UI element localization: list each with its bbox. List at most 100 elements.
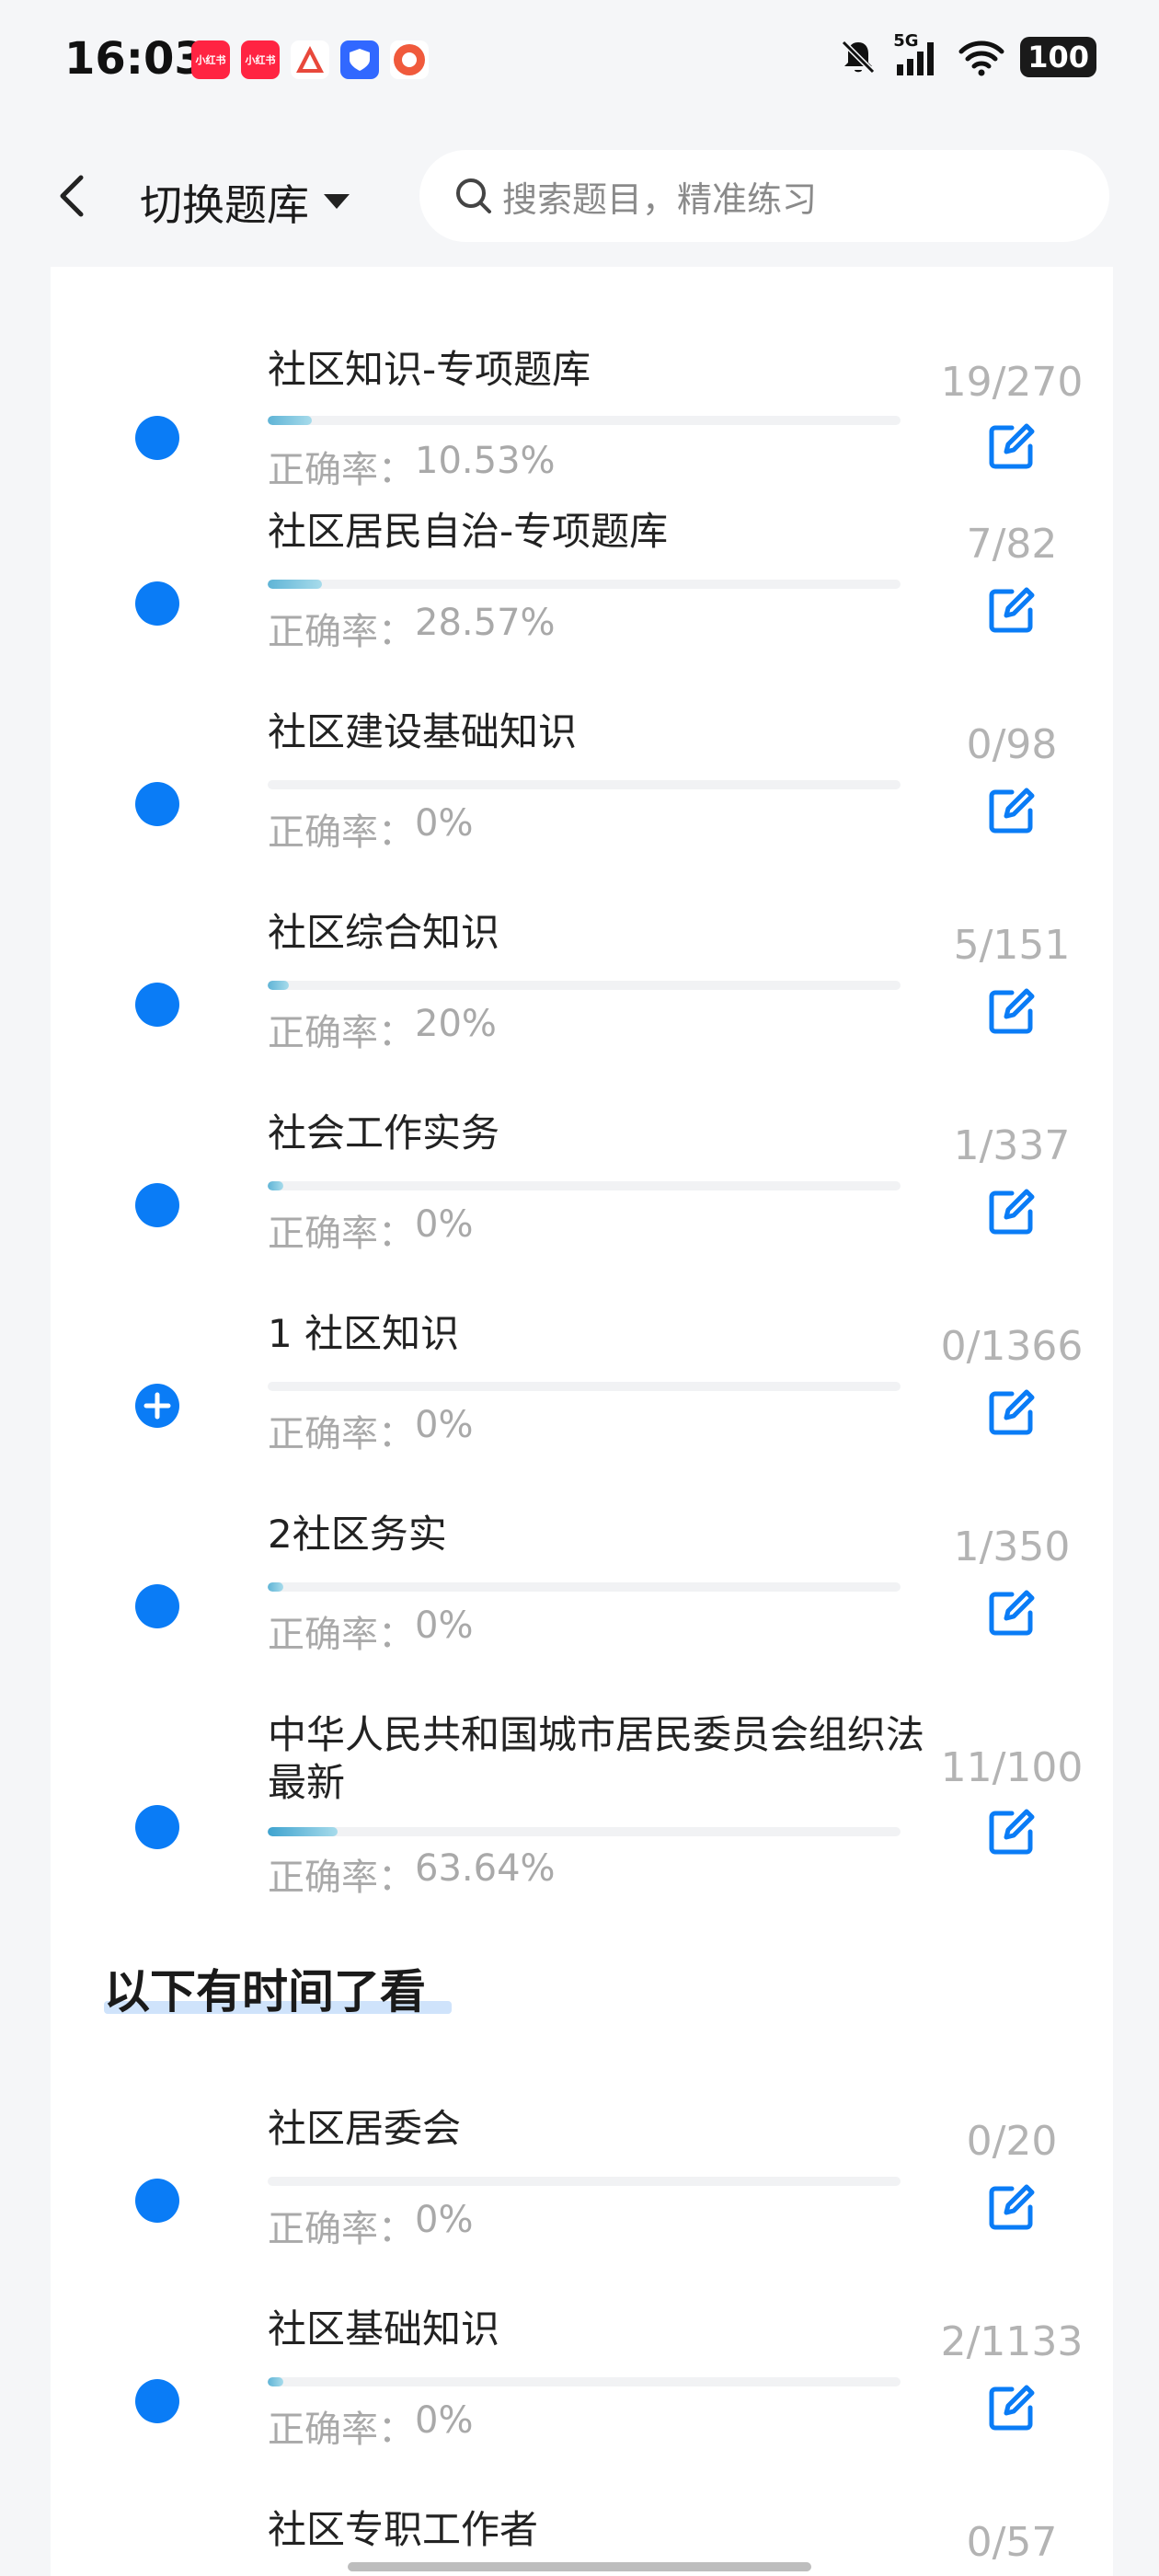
progress-count: 1/337 <box>953 1122 1071 1169</box>
status-dot-icon <box>135 2379 179 2423</box>
status-dot-icon <box>135 1584 179 1628</box>
mute-bell-icon <box>842 40 876 75</box>
caret-down-icon <box>324 194 350 209</box>
edit-button[interactable] <box>980 578 1044 642</box>
edit-icon <box>989 788 1035 834</box>
accuracy-text: 正确率： 0% <box>268 2199 474 2250</box>
edit-icon <box>989 988 1035 1034</box>
add-circle-icon <box>135 1384 179 1428</box>
question-bank-item[interactable]: 社区居委会 正确率： 0% 0/20 <box>51 2101 1113 2302</box>
status-time: 16:03 <box>64 33 205 85</box>
switch-bank-label: 切换题库 <box>140 180 309 230</box>
status-dot-icon <box>135 782 179 826</box>
progress-fill <box>268 416 313 425</box>
question-bank-item[interactable]: 1 社区知识 正确率： 0% 0/1366 <box>51 1306 1113 1507</box>
status-dot-icon <box>135 983 179 1027</box>
progress-count: 19/270 <box>940 359 1084 406</box>
question-bank-item[interactable]: 社区居民自治-专项题库 正确率： 28.57% 7/82 <box>51 504 1113 705</box>
question-bank-item[interactable]: 社区建设基础知识 正确率： 0% 0/98 <box>51 705 1113 905</box>
item-title: 社区基础知识 <box>268 2306 500 2352</box>
xiaohongshu-app-icon: 小红书 <box>241 40 280 79</box>
edit-button[interactable] <box>980 1380 1044 1444</box>
signal-icon: 5G <box>893 31 943 77</box>
progress-bar <box>268 580 901 589</box>
status-app-icons: 小红书 小红书 <box>191 40 429 79</box>
accuracy-text: 正确率： 63.64% <box>268 1847 556 1899</box>
top-bar: 切换题库 搜索题目，精准练习 <box>0 124 1159 267</box>
progress-count: 0/20 <box>966 2118 1058 2165</box>
edit-button[interactable] <box>980 414 1044 478</box>
question-bank-item[interactable]: 社区综合知识 正确率： 20% 5/151 <box>51 905 1113 1106</box>
progress-bar <box>268 780 901 789</box>
edit-button[interactable] <box>980 1179 1044 1244</box>
edit-icon <box>989 423 1035 469</box>
item-title: 社会工作实务 <box>268 1110 500 1156</box>
progress-bar <box>268 2177 901 2186</box>
progress-bar <box>268 2377 901 2386</box>
progress-count: 7/82 <box>966 521 1058 568</box>
progress-count: 2/1133 <box>940 2318 1084 2365</box>
question-bank-item[interactable]: 中华人民共和国城市居民委员会组织法 最新 正确率： 63.64% 11/100 <box>51 1708 1113 1950</box>
progress-bar <box>268 416 901 425</box>
progress-fill <box>268 580 322 589</box>
progress-count: 0/57 <box>966 2519 1058 2566</box>
accuracy-text: 正确率： 0% <box>268 2399 474 2451</box>
edit-button[interactable] <box>980 1581 1044 1645</box>
home-indicator[interactable] <box>348 2562 811 2571</box>
accuracy-text: 正确率： 10.53% <box>268 440 556 491</box>
status-dot-icon <box>135 1183 179 1227</box>
status-dot-icon <box>135 581 179 626</box>
progress-count: 11/100 <box>940 1744 1084 1791</box>
progress-bar <box>268 981 901 990</box>
battery-indicator: 100 <box>1020 37 1096 77</box>
edit-icon <box>989 1189 1035 1235</box>
progress-bar <box>268 1181 901 1190</box>
edit-button[interactable] <box>980 2175 1044 2239</box>
accuracy-text: 正确率： 0% <box>268 1203 474 1255</box>
edit-icon <box>989 587 1035 633</box>
edit-button[interactable] <box>980 778 1044 843</box>
progress-count: 5/151 <box>953 922 1071 969</box>
item-title: 社区建设基础知识 <box>268 709 578 754</box>
status-indicators: 5G 100 <box>838 31 1096 77</box>
triangle-app-icon <box>291 40 329 79</box>
status-bar: 16:03 小红书 小红书 5G 100 <box>0 0 1159 124</box>
progress-bar <box>268 1582 901 1592</box>
edit-button[interactable] <box>980 2375 1044 2440</box>
edit-icon <box>989 1389 1035 1435</box>
accuracy-text: 正确率： 0% <box>268 1604 474 1656</box>
question-bank-item[interactable]: 2社区务实 正确率： 0% 1/350 <box>51 1507 1113 1708</box>
progress-fill <box>268 1582 284 1592</box>
edit-button[interactable] <box>980 1800 1044 1864</box>
item-title: 社区居委会 <box>268 2106 462 2151</box>
status-dot-icon <box>135 2179 179 2223</box>
progress-fill <box>268 1181 284 1190</box>
accuracy-text: 正确率： 0% <box>268 802 474 854</box>
accuracy-text: 正确率： 28.57% <box>268 602 556 653</box>
search-icon <box>456 178 491 213</box>
progress-fill <box>268 981 289 990</box>
blue-shield-app-icon <box>340 40 379 79</box>
edit-icon <box>989 2184 1035 2230</box>
progress-bar <box>268 1827 901 1836</box>
question-bank-list: 社区知识-专项题库 正确率： 10.53% 19/270 社区居民自治-专项题库 … <box>51 267 1113 2576</box>
progress-count: 0/1366 <box>940 1323 1084 1370</box>
item-title: 社区综合知识 <box>268 910 500 955</box>
search-bar[interactable]: 搜索题目，精准练习 <box>419 150 1109 242</box>
edit-icon <box>989 1590 1035 1636</box>
switch-bank-dropdown[interactable]: 切换题库 <box>140 172 351 233</box>
progress-count: 0/98 <box>966 721 1058 768</box>
question-bank-item[interactable]: 社会工作实务 正确率： 0% 1/337 <box>51 1106 1113 1306</box>
edit-button[interactable] <box>980 979 1044 1043</box>
progress-fill <box>268 1827 338 1836</box>
item-title: 1 社区知识 <box>268 1311 460 1356</box>
item-title: 社区专职工作者 <box>268 2507 539 2552</box>
question-bank-item[interactable]: 社区基础知识 正确率： 0% 2/1133 <box>51 2302 1113 2502</box>
search-placeholder: 搜索题目，精准练习 <box>502 178 818 220</box>
question-bank-item[interactable]: 社区知识-专项题库 正确率： 10.53% 19/270 <box>51 304 1113 506</box>
back-button[interactable] <box>48 168 103 224</box>
progress-count: 1/350 <box>953 1524 1071 1570</box>
red-round-app-icon <box>390 40 429 79</box>
chevron-left-icon <box>60 175 84 217</box>
edit-icon <box>989 1809 1035 1855</box>
